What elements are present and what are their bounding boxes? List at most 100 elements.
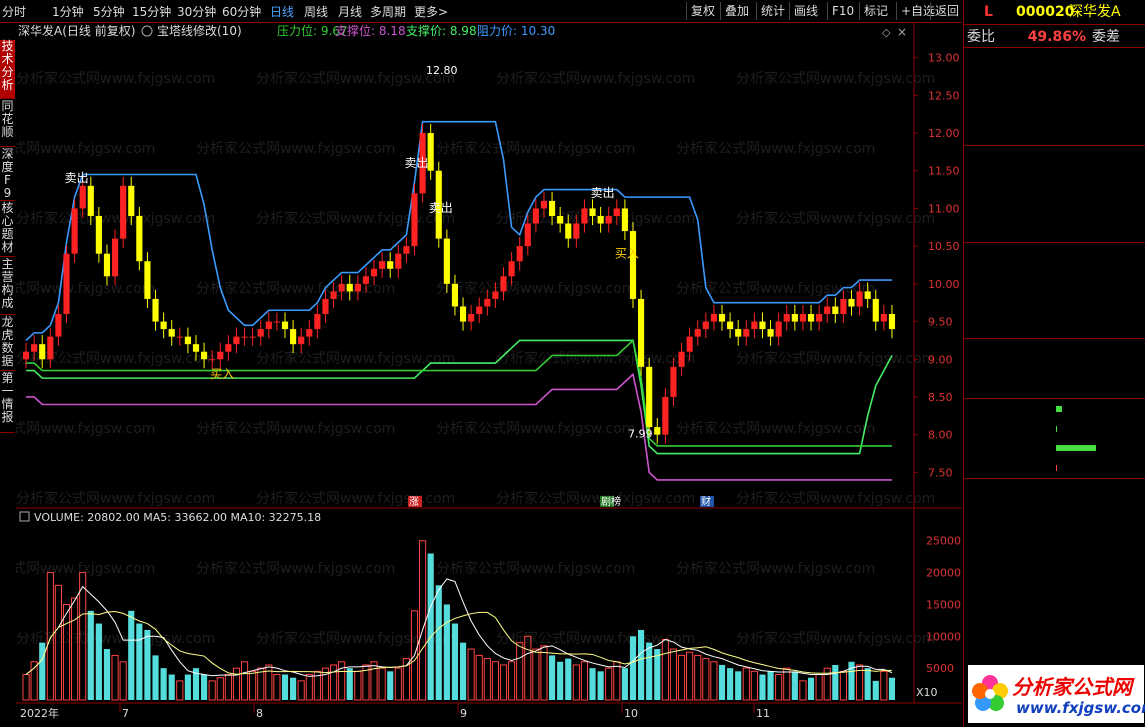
quote-panel: L 000020 深华发A 委比 49.86% 委差 分析家公式网 www.fx… <box>963 0 1145 727</box>
watermark-text: 分析家公式网www.fxjgsw.com <box>16 280 155 297</box>
watermark-text: 分析家公式网www.fxjgsw.com <box>16 630 215 647</box>
signal-label: 买入 <box>210 367 234 381</box>
period-tab[interactable]: 月线 <box>338 3 362 20</box>
kline-chart[interactable]: 分析家公式网www.fxjgsw.com 分析家公式网www.fxjgsw.com… <box>16 23 962 727</box>
flow-bar <box>1056 406 1062 412</box>
event-tag: 财 <box>701 495 711 508</box>
watermark-text: 分析家公式网www.fxjgsw.com <box>736 490 935 507</box>
period-tab[interactable]: 1分钟 <box>52 3 84 20</box>
candle-body <box>39 344 46 360</box>
candle-body <box>621 208 628 232</box>
candle-body <box>832 306 839 315</box>
tick-row <box>964 499 1145 517</box>
watermark-text: 分析家公式网www.fxjgsw.com <box>676 420 875 437</box>
volume-tick: 10000 <box>926 630 961 643</box>
date-tick: 11 <box>756 707 770 720</box>
candle-body <box>257 329 264 337</box>
candle-body <box>87 185 94 216</box>
candle-body <box>759 321 766 330</box>
flow-row <box>964 400 1145 418</box>
stat-row <box>964 262 1145 280</box>
left-tab[interactable]: 技术分析 <box>0 40 15 99</box>
price-tick: 13.00 <box>928 52 960 65</box>
toolbar-button[interactable]: 画线 <box>789 2 822 20</box>
period-tab[interactable]: 30分钟 <box>177 3 216 20</box>
candle-body <box>548 200 556 216</box>
watermark-text: 分析家公式网www.fxjgsw.com <box>436 420 635 437</box>
period-tab[interactable]: 更多> <box>414 3 448 20</box>
watermark-text: 分析家公式网www.fxjgsw.com <box>676 560 875 577</box>
volume-bar <box>557 661 564 700</box>
low-annotation: 7.99 <box>628 428 653 441</box>
period-tab[interactable]: 周线 <box>304 3 328 20</box>
volume-bar <box>791 671 798 700</box>
flow-bar <box>1056 464 1057 471</box>
toolbar-button[interactable]: 复权 <box>686 2 719 20</box>
candle-body <box>249 336 256 338</box>
logo-title: 分析家公式网 <box>1012 675 1132 699</box>
candle-body <box>31 344 38 352</box>
candle-body <box>629 231 637 299</box>
candle-body <box>111 238 119 277</box>
volume-bar <box>387 671 394 700</box>
price-tick: 7.50 <box>928 466 953 479</box>
flower-logo-icon <box>972 675 1008 711</box>
date-tick: 9 <box>460 707 467 720</box>
candle-body <box>484 298 491 307</box>
period-tab[interactable]: 分时 <box>2 3 26 20</box>
weicha-label: 委差 <box>1092 29 1120 45</box>
period-tab[interactable]: 15分钟 <box>132 3 171 20</box>
volume-bar <box>103 649 111 700</box>
left-tab[interactable]: 龙虎数据 <box>0 316 15 371</box>
candle-body <box>864 291 871 299</box>
period-tab[interactable]: 5分钟 <box>93 3 125 20</box>
volume-unit: X10 <box>916 686 938 699</box>
candle-body <box>516 246 523 262</box>
left-tab[interactable]: 核心题材 <box>0 202 15 257</box>
left-tab[interactable]: 第一情报 <box>0 372 15 433</box>
candle-body <box>500 276 507 292</box>
flow-row <box>964 439 1145 457</box>
volume-bar <box>646 642 653 700</box>
flow-bar <box>1056 445 1096 451</box>
left-tab[interactable]: 深度F9 <box>0 148 15 201</box>
toolbar-button[interactable]: 叠加 <box>720 2 753 20</box>
tick-row <box>964 643 1145 661</box>
candle-body <box>605 215 612 224</box>
volume-bar <box>427 553 434 700</box>
diamond-icon[interactable]: ◇ <box>882 26 891 39</box>
watermark-text: 分析家公式网www.fxjgsw.com <box>736 350 935 367</box>
toolbar-button[interactable]: F10 <box>827 2 858 20</box>
candle-body <box>767 329 774 337</box>
date-tick: 7 <box>122 707 129 720</box>
left-tab[interactable]: 同花顺 <box>0 100 15 147</box>
candle-body <box>735 329 742 337</box>
indicator-name[interactable]: 宝塔线修改(10) <box>157 23 242 38</box>
candle-body <box>799 314 807 322</box>
volume-bar <box>638 629 645 700</box>
toolbar-button[interactable]: 返回 <box>930 2 963 20</box>
volume-bar <box>807 677 815 700</box>
period-tab[interactable]: 日线 <box>270 3 294 20</box>
candle-body <box>192 344 200 352</box>
candle-body <box>314 314 321 330</box>
candle-body <box>22 351 30 360</box>
close-icon[interactable]: × <box>897 25 907 39</box>
weibi-row: 委比 49.86% 委差 <box>964 28 1145 46</box>
left-tab[interactable]: 主营构成 <box>0 258 15 315</box>
candle-body <box>55 314 62 337</box>
volume-bar <box>864 668 871 700</box>
toolbar-button[interactable]: 统计 <box>756 2 789 20</box>
candle-body <box>47 336 54 360</box>
tick-row <box>964 553 1145 571</box>
candle-body <box>492 291 499 299</box>
period-tab[interactable]: 60分钟 <box>222 3 261 20</box>
toolbar-button[interactable]: 标记 <box>859 2 892 20</box>
signal-label: 卖出 <box>404 156 428 170</box>
period-tab[interactable]: 多周期 <box>370 3 406 20</box>
stat-row <box>964 243 1145 261</box>
candle-body <box>856 291 863 307</box>
weibi-value: 49.86% <box>1027 29 1086 45</box>
date-tick: 2022年 <box>20 706 59 720</box>
date-tick: 10 <box>624 707 638 720</box>
